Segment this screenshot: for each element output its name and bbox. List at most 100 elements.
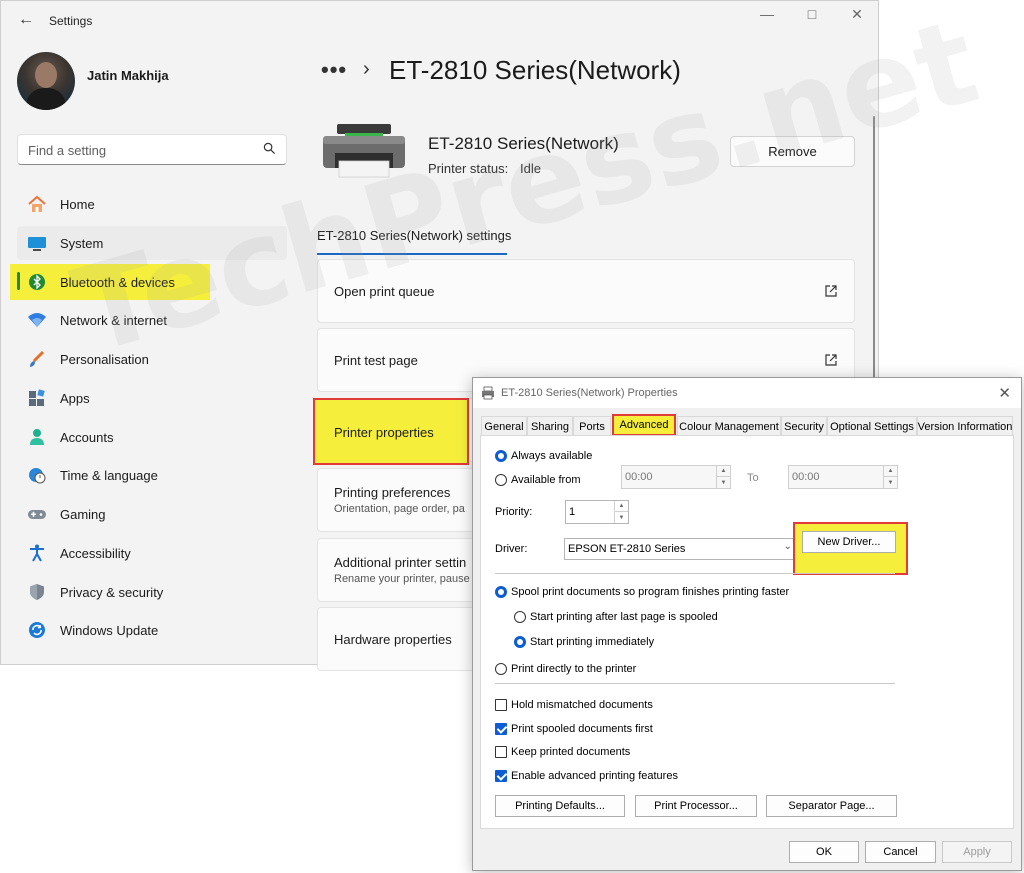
card-description: Rename your printer, pause bbox=[334, 573, 470, 585]
printing-defaults-button[interactable]: Printing Defaults... bbox=[495, 795, 625, 817]
sidebar-item-windows-update[interactable]: Windows Update bbox=[17, 613, 287, 647]
print-spooled-first-checkbox[interactable] bbox=[495, 723, 507, 735]
card-label: Open print queue bbox=[334, 284, 435, 299]
maximize-icon[interactable]: □ bbox=[790, 5, 834, 23]
from-time-input[interactable]: 00:00 ▲ ▼ bbox=[621, 465, 731, 489]
sidebar-item-label: Accounts bbox=[60, 430, 114, 445]
dialog-close-icon[interactable]: ✕ bbox=[998, 384, 1011, 402]
sidebar-item-home[interactable]: Home bbox=[17, 187, 287, 221]
tab-printer-settings[interactable]: ET-2810 Series(Network) settings bbox=[317, 228, 511, 243]
spin-up-icon[interactable]: ▲ bbox=[615, 501, 628, 512]
driver-label: Driver: bbox=[495, 543, 528, 555]
tab-ports[interactable]: Ports bbox=[573, 416, 611, 436]
tab-underline bbox=[317, 253, 507, 255]
spin-down-icon[interactable]: ▼ bbox=[615, 512, 628, 523]
tab-sharing[interactable]: Sharing bbox=[527, 416, 573, 436]
page-title: ET-2810 Series(Network) bbox=[389, 55, 681, 85]
back-arrow-icon[interactable]: ← bbox=[15, 9, 37, 31]
sidebar-item-network[interactable]: Network & internet bbox=[17, 303, 287, 337]
to-time-input[interactable]: 00:00 ▲ ▼ bbox=[788, 465, 898, 489]
sidebar-item-apps[interactable]: Apps bbox=[17, 381, 287, 415]
close-icon[interactable]: ✕ bbox=[835, 5, 879, 23]
enable-advanced-checkbox[interactable] bbox=[495, 770, 507, 782]
external-link-icon bbox=[825, 354, 837, 366]
card-description: Orientation, page order, pa bbox=[334, 503, 465, 515]
sidebar-item-personalisation[interactable]: Personalisation bbox=[17, 342, 287, 376]
globe-clock-icon bbox=[29, 468, 46, 484]
user-name: Jatin Makhija bbox=[87, 68, 169, 83]
bluetooth-icon bbox=[29, 274, 45, 290]
card-printer-properties[interactable]: Printer properties bbox=[313, 398, 469, 465]
minimize-icon[interactable]: — bbox=[745, 5, 789, 23]
printer-small-icon bbox=[482, 386, 494, 400]
tab-security[interactable]: Security bbox=[781, 416, 827, 436]
cancel-button[interactable]: Cancel bbox=[865, 841, 936, 863]
sidebar-item-system[interactable]: System bbox=[17, 226, 287, 260]
tab-version-information[interactable]: Version Information bbox=[917, 416, 1013, 436]
shield-icon bbox=[30, 584, 44, 600]
sidebar-item-label: Accessibility bbox=[60, 546, 131, 561]
spin-down-icon[interactable]: ▼ bbox=[717, 477, 730, 488]
person-icon bbox=[30, 429, 44, 445]
available-from-radio[interactable] bbox=[495, 474, 507, 486]
card-label: Hardware properties bbox=[334, 632, 452, 647]
to-label: To bbox=[747, 472, 759, 484]
search-box[interactable] bbox=[17, 134, 287, 165]
sidebar-item-label: Privacy & security bbox=[60, 585, 164, 600]
tab-general[interactable]: General bbox=[481, 416, 527, 436]
ok-button[interactable]: OK bbox=[789, 841, 859, 863]
sidebar-item-privacy[interactable]: Privacy & security bbox=[17, 575, 287, 609]
sidebar-item-gaming[interactable]: Gaming bbox=[17, 497, 287, 531]
printer-name: ET-2810 Series(Network) bbox=[428, 134, 619, 153]
sidebar-item-accounts[interactable]: Accounts bbox=[17, 420, 287, 454]
printer-icon bbox=[323, 124, 405, 178]
always-available-label: Always available bbox=[511, 450, 593, 462]
accessibility-icon bbox=[30, 544, 44, 562]
sidebar-item-bluetooth[interactable]: Bluetooth & devices bbox=[17, 265, 287, 299]
spool-label: Spool print documents so program finishe… bbox=[511, 586, 790, 598]
priority-input[interactable]: 1 ▲ ▼ bbox=[565, 500, 629, 524]
card-label: Additional printer settin bbox=[334, 555, 467, 570]
tab-advanced[interactable]: Advanced bbox=[612, 414, 676, 436]
divider bbox=[495, 683, 895, 684]
tab-optional-settings[interactable]: Optional Settings bbox=[827, 416, 917, 436]
tab-colour-management[interactable]: Colour Management bbox=[677, 416, 781, 436]
apply-button[interactable]: Apply bbox=[942, 841, 1012, 863]
keep-printed-label: Keep printed documents bbox=[511, 746, 631, 758]
print-processor-button[interactable]: Print Processor... bbox=[635, 795, 757, 817]
settings-titlebar: ← Settings — □ ✕ bbox=[1, 1, 878, 41]
spin-up-icon[interactable]: ▲ bbox=[717, 466, 730, 477]
card-open-print-queue[interactable]: Open print queue bbox=[317, 259, 855, 323]
always-available-radio[interactable] bbox=[495, 450, 507, 462]
update-icon bbox=[29, 622, 45, 638]
brush-icon bbox=[30, 350, 45, 367]
printer-status-value: Idle bbox=[520, 161, 541, 176]
spool-radio[interactable] bbox=[495, 586, 507, 598]
sidebar-item-label: Home bbox=[60, 197, 95, 212]
hold-mismatched-checkbox[interactable] bbox=[495, 699, 507, 711]
separator-page-button[interactable]: Separator Page... bbox=[766, 795, 897, 817]
sidebar-item-label: Personalisation bbox=[60, 352, 149, 367]
start-after-last-radio[interactable] bbox=[514, 611, 526, 623]
card-label: Printing preferences bbox=[334, 485, 451, 500]
spin-down-icon[interactable]: ▼ bbox=[884, 477, 897, 488]
priority-label: Priority: bbox=[495, 506, 533, 518]
keep-printed-checkbox[interactable] bbox=[495, 746, 507, 758]
new-driver-button[interactable]: New Driver... bbox=[802, 531, 896, 553]
sidebar-item-accessibility[interactable]: Accessibility bbox=[17, 536, 287, 570]
spin-up-icon[interactable]: ▲ bbox=[884, 466, 897, 477]
avatar bbox=[17, 52, 75, 110]
search-input[interactable] bbox=[28, 140, 258, 160]
available-from-label: Available from bbox=[511, 474, 581, 486]
hold-mismatched-label: Hold mismatched documents bbox=[511, 699, 653, 711]
sidebar-item-time-language[interactable]: Time & language bbox=[17, 458, 287, 492]
breadcrumb-more-button[interactable]: ••• bbox=[321, 57, 347, 83]
remove-button[interactable]: Remove bbox=[730, 136, 855, 167]
driver-dropdown[interactable]: EPSON ET-2810 Series ⌄ bbox=[564, 538, 797, 560]
print-directly-radio[interactable] bbox=[495, 663, 507, 675]
home-icon bbox=[28, 195, 46, 212]
apps-icon bbox=[29, 389, 45, 406]
printer-status-label: Printer status: bbox=[428, 161, 509, 176]
card-label: Printer properties bbox=[334, 425, 434, 440]
start-immediately-radio[interactable] bbox=[514, 636, 526, 648]
